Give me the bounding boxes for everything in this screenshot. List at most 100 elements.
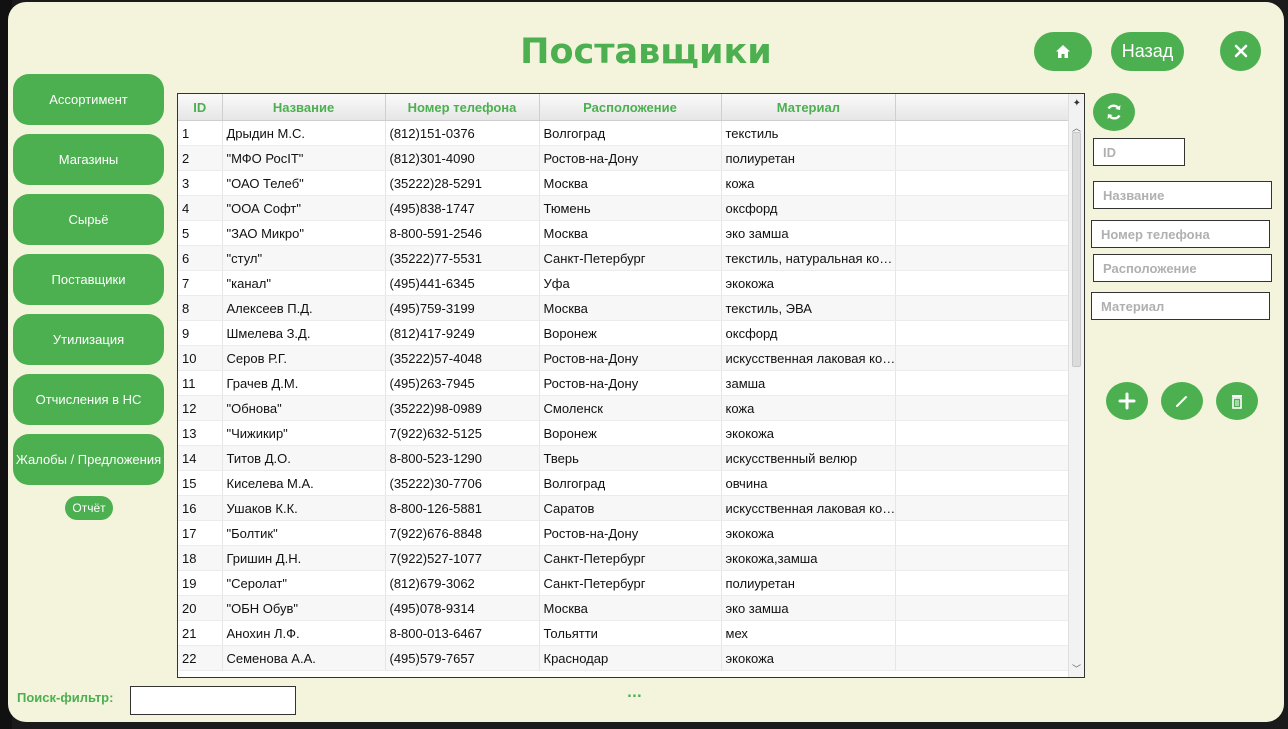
cell-name[interactable]: "стул" xyxy=(222,245,386,271)
cell-name[interactable]: Киселева М.А. xyxy=(222,470,386,496)
cell-material[interactable]: текстиль xyxy=(721,120,897,146)
cell-location[interactable]: Тюмень xyxy=(539,195,722,221)
cell-location[interactable]: Смоленск xyxy=(539,395,722,421)
close-button[interactable] xyxy=(1220,31,1261,71)
cell-location[interactable]: Уфа xyxy=(539,270,722,296)
cell-name[interactable]: "Обнова" xyxy=(222,395,386,421)
cell-phone[interactable]: (35222)30-7706 xyxy=(385,470,540,496)
sidebar-item-stores[interactable]: Магазины xyxy=(13,134,164,185)
cell-id[interactable]: 10 xyxy=(178,345,223,371)
cell-id[interactable]: 9 xyxy=(178,320,223,346)
cell-phone[interactable]: (495)078-9314 xyxy=(385,595,540,621)
cell-location[interactable]: Санкт-Петербург xyxy=(539,545,722,571)
cell-material[interactable]: экокожа,замша xyxy=(721,545,897,571)
cell-location[interactable]: Саратов xyxy=(539,495,722,521)
sidebar-item-raw-materials[interactable]: Сырьё xyxy=(13,194,164,245)
back-button[interactable]: Назад xyxy=(1111,32,1184,71)
cell-location[interactable]: Москва xyxy=(539,220,722,246)
cell-location[interactable]: Ростов-на-Дону xyxy=(539,520,722,546)
cell-phone[interactable]: (495)759-3199 xyxy=(385,295,540,321)
cell-material[interactable]: мех xyxy=(721,620,897,646)
cell-material[interactable]: текстиль, ЭВА xyxy=(721,295,897,321)
sidebar-item-suppliers[interactable]: Поставщики xyxy=(13,254,164,305)
cell-id[interactable]: 4 xyxy=(178,195,223,221)
cell-material[interactable]: текстиль, натуральная ко… xyxy=(721,245,897,271)
table-row[interactable]: 13 "Чижикир" 7(922)632-5125 Воронеж экокожа xyxy=(178,420,1076,446)
cell-material[interactable]: эко замша xyxy=(721,595,897,621)
cell-name[interactable]: "ЗАО Микро" xyxy=(222,220,386,246)
cell-id[interactable]: 18 xyxy=(178,545,223,571)
cell-location[interactable]: Ростов-на-Дону xyxy=(539,145,722,171)
table-row[interactable]: 21 Анохин Л.Ф. 8-800-013-6467 Тольятти мех xyxy=(178,620,1076,646)
cell-location[interactable]: Волгоград xyxy=(539,470,722,496)
cell-name[interactable]: "канал" xyxy=(222,270,386,296)
cell-material[interactable]: овчина xyxy=(721,470,897,496)
cell-name[interactable]: "Серолат" xyxy=(222,570,386,596)
table-row[interactable]: 22 Семенова А.А. (495)579-7657 Краснодар эко… xyxy=(178,645,1076,671)
cell-location[interactable]: Краснодар xyxy=(539,645,722,671)
name-field[interactable]: Название xyxy=(1093,181,1272,209)
cell-name[interactable]: "ОБН Обув" xyxy=(222,595,386,621)
cell-id[interactable]: 16 xyxy=(178,495,223,521)
table-row[interactable]: 5 "ЗАО Микро" 8-800-591-2546 Москва эко замш… xyxy=(178,220,1076,246)
table-row[interactable]: 9 Шмелева З.Д. (812)417-9249 Воронеж оксфорд xyxy=(178,320,1076,346)
cell-material[interactable]: кожа xyxy=(721,395,897,421)
table-row[interactable]: 1 Дрыдин М.С. (812)151-0376 Волгоград тексти… xyxy=(178,120,1076,146)
table-row[interactable]: 6 "стул" (35222)77-5531 Санкт-Петербург текс… xyxy=(178,245,1076,271)
cell-id[interactable]: 19 xyxy=(178,570,223,596)
cell-id[interactable]: 15 xyxy=(178,470,223,496)
column-header-phone[interactable]: Номер телефона xyxy=(385,94,540,121)
table-row[interactable]: 2 "МФО РосIT" (812)301-4090 Ростов-на-Дону п… xyxy=(178,145,1076,171)
cell-name[interactable]: Ушаков К.К. xyxy=(222,495,386,521)
cell-phone[interactable]: (495)263-7945 xyxy=(385,370,540,396)
cell-id[interactable]: 3 xyxy=(178,170,223,196)
cell-material[interactable]: экокожа xyxy=(721,420,897,446)
cell-material[interactable]: искусственный велюр xyxy=(721,445,897,471)
sidebar-item-assortment[interactable]: Ассортимент xyxy=(13,74,164,125)
table-row[interactable]: 14 Титов Д.О. 8-800-523-1290 Тверь искусстве… xyxy=(178,445,1076,471)
suppliers-table[interactable]: ID Название Номер телефона Расположение … xyxy=(177,93,1085,678)
column-header-material[interactable]: Материал xyxy=(721,94,897,121)
cell-name[interactable]: Дрыдин М.С. xyxy=(222,120,386,146)
cell-location[interactable]: Санкт-Петербург xyxy=(539,570,722,596)
location-field[interactable]: Расположение xyxy=(1093,254,1272,282)
cell-phone[interactable]: (495)838-1747 xyxy=(385,195,540,221)
cell-phone[interactable]: 8-800-126-5881 xyxy=(385,495,540,521)
table-row[interactable]: 11 Грачев Д.М. (495)263-7945 Ростов-на-Дону… xyxy=(178,370,1076,396)
report-button[interactable]: Отчёт xyxy=(65,496,113,520)
cell-location[interactable]: Воронеж xyxy=(539,420,722,446)
cell-material[interactable]: эко замша xyxy=(721,220,897,246)
cell-phone[interactable]: (495)579-7657 xyxy=(385,645,540,671)
cell-phone[interactable]: 8-800-013-6467 xyxy=(385,620,540,646)
cell-name[interactable]: "ОАО Телеб" xyxy=(222,170,386,196)
cell-material[interactable]: оксфорд xyxy=(721,320,897,346)
cell-phone[interactable]: (812)417-9249 xyxy=(385,320,540,346)
cell-material[interactable]: искусственная лаковая ко… xyxy=(721,495,897,521)
scrollbar-thumb[interactable] xyxy=(1072,132,1081,367)
cell-name[interactable]: "Болтик" xyxy=(222,520,386,546)
table-row[interactable]: 18 Гришин Д.Н. 7(922)527-1077 Санкт-Петербу… xyxy=(178,545,1076,571)
table-row[interactable]: 20 "ОБН Обув" (495)078-9314 Москва эко замша xyxy=(178,595,1076,621)
add-button[interactable] xyxy=(1106,382,1148,420)
cell-phone[interactable]: (35222)57-4048 xyxy=(385,345,540,371)
cell-id[interactable]: 7 xyxy=(178,270,223,296)
cell-id[interactable]: 22 xyxy=(178,645,223,671)
column-add-icon[interactable]: ✦ xyxy=(1073,98,1081,109)
cell-id[interactable]: 8 xyxy=(178,295,223,321)
table-row[interactable]: 12 "Обнова" (35222)98-0989 Смоленск кожа xyxy=(178,395,1076,421)
cell-name[interactable]: Гришин Д.Н. xyxy=(222,545,386,571)
phone-field[interactable]: Номер телефона xyxy=(1091,220,1270,248)
table-row[interactable]: 7 "канал" (495)441-6345 Уфа экокожа xyxy=(178,270,1076,296)
cell-phone[interactable]: 8-800-523-1290 xyxy=(385,445,540,471)
cell-phone[interactable]: (35222)98-0989 xyxy=(385,395,540,421)
cell-material[interactable]: полиуретан xyxy=(721,145,897,171)
cell-id[interactable]: 21 xyxy=(178,620,223,646)
cell-location[interactable]: Воронеж xyxy=(539,320,722,346)
table-row[interactable]: 15 Киселева М.А. (35222)30-7706 Волгоград ов… xyxy=(178,470,1076,496)
column-header-id[interactable]: ID xyxy=(178,94,223,121)
cell-id[interactable]: 6 xyxy=(178,245,223,271)
cell-material[interactable]: замша xyxy=(721,370,897,396)
edit-button[interactable] xyxy=(1161,382,1203,420)
cell-id[interactable]: 12 xyxy=(178,395,223,421)
cell-material[interactable]: экокожа xyxy=(721,645,897,671)
